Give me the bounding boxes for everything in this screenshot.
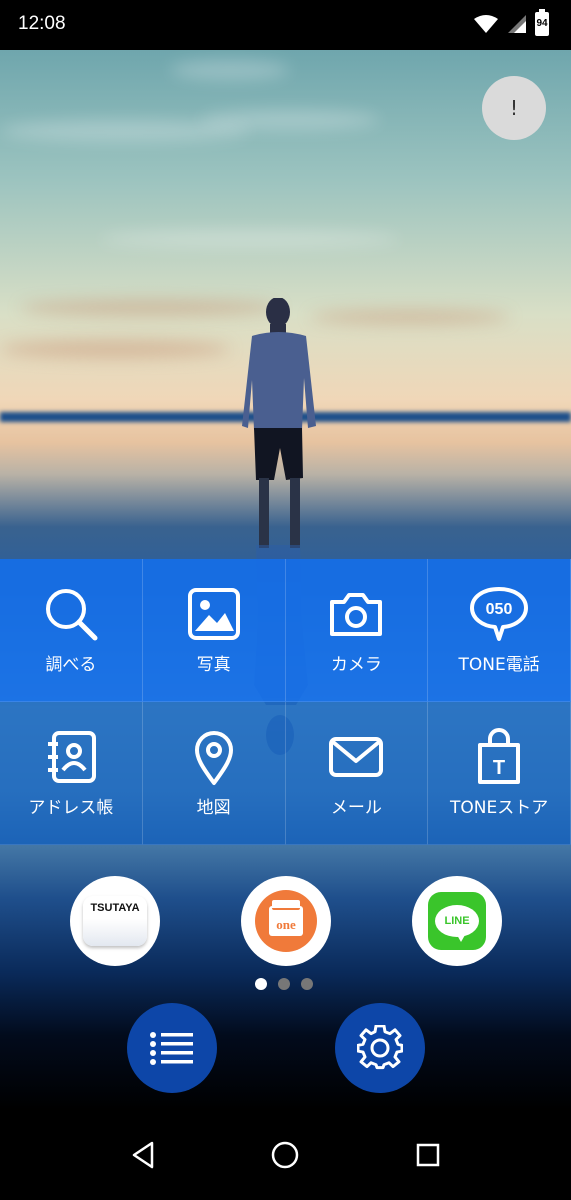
home-icon <box>271 1141 299 1169</box>
navigation-bar <box>0 1110 571 1200</box>
tile-search[interactable]: 調べる <box>0 559 143 702</box>
tsutaya-label: TSUTAYA <box>90 902 140 914</box>
app-list-button[interactable] <box>127 1003 217 1093</box>
dock: TSUTAYA one LINE <box>0 876 571 966</box>
cloud <box>200 110 380 130</box>
cloud <box>100 230 400 248</box>
back-button[interactable] <box>126 1138 160 1172</box>
photo-icon <box>187 588 240 640</box>
status-time: 12:08 <box>18 13 66 34</box>
page-dot[interactable] <box>301 978 313 990</box>
store-badge: T <box>493 757 505 779</box>
tile-address-book[interactable]: アドレス帳 <box>0 702 143 845</box>
list-icon <box>150 1032 193 1065</box>
one-app[interactable]: one <box>241 876 331 966</box>
phone-050-icon: 050 <box>470 587 529 641</box>
status-bar: 12:08 94 <box>0 0 571 50</box>
tile-photos[interactable]: 写真 <box>142 559 286 702</box>
tile-tone-store[interactable]: T TONEストア <box>428 702 571 845</box>
app-grid: 調べる 写真 カメラ 050 TONE電話 アドレス帳 地図 メール T TON… <box>0 559 571 845</box>
tile-label: カメラ <box>330 655 382 675</box>
status-icons: 94 <box>473 9 549 36</box>
line-app-icon: LINE <box>428 892 486 950</box>
tile-map[interactable]: 地図 <box>142 702 286 845</box>
one-label: one <box>276 917 296 932</box>
tsutaya-app[interactable]: TSUTAYA <box>70 876 160 966</box>
camera-icon <box>330 593 383 636</box>
wifi-icon <box>474 15 498 33</box>
battery-level: 94 <box>536 18 548 29</box>
search-icon <box>45 589 98 641</box>
tile-label: 地図 <box>196 798 231 818</box>
page-indicator <box>255 978 313 990</box>
settings-button[interactable] <box>335 1003 425 1093</box>
line-app[interactable]: LINE <box>412 876 502 966</box>
page-dot-active[interactable] <box>255 978 267 990</box>
recents-icon <box>416 1143 440 1167</box>
cloud <box>170 60 290 80</box>
settings-gear-icon <box>357 1025 403 1070</box>
tile-mail[interactable]: メール <box>285 702 429 845</box>
tsutaya-app-icon: TSUTAYA <box>83 896 147 946</box>
back-icon <box>132 1141 154 1169</box>
cell-signal-icon <box>508 15 526 33</box>
tile-label: 調べる <box>45 655 97 675</box>
info-button[interactable]: ! <box>482 76 546 140</box>
tile-label: TONE電話 <box>458 655 540 675</box>
address-book-icon <box>47 731 96 783</box>
page-dot[interactable] <box>278 978 290 990</box>
tile-label: メール <box>330 798 382 818</box>
phone-050-badge: 050 <box>486 601 513 618</box>
mail-icon <box>329 737 384 777</box>
recents-button[interactable] <box>411 1138 445 1172</box>
battery-icon: 94 <box>535 9 549 36</box>
one-app-icon: one <box>255 890 317 952</box>
tile-label: TONEストア <box>450 798 549 818</box>
map-pin-icon <box>194 731 233 785</box>
home-button[interactable] <box>268 1138 302 1172</box>
line-label: LINE <box>444 915 470 927</box>
tile-label: アドレス帳 <box>28 798 114 818</box>
store-bag-icon: T <box>478 728 521 784</box>
tile-tone-phone[interactable]: 050 TONE電話 <box>428 559 571 702</box>
cloud <box>0 340 230 358</box>
tile-label: 写真 <box>196 655 231 675</box>
tile-camera[interactable]: カメラ <box>285 559 429 702</box>
cloud <box>310 310 510 324</box>
